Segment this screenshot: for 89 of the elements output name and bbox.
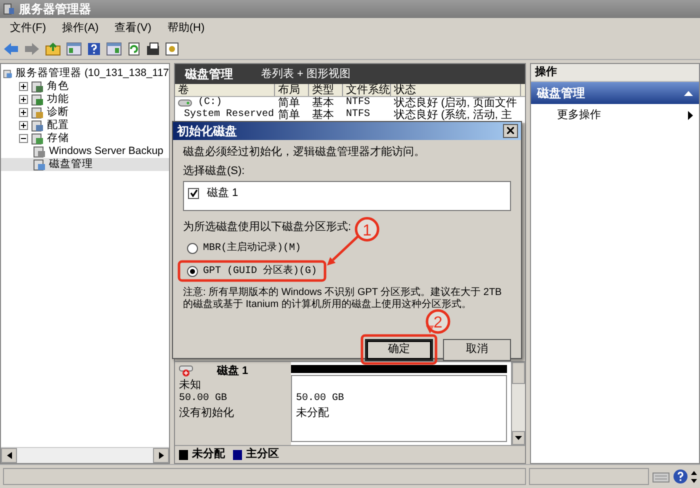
scroll-right-button[interactable]: [153, 448, 169, 463]
help-icon[interactable]: [673, 469, 688, 484]
radio-button[interactable]: [187, 266, 198, 276]
keyboard-icon: [652, 470, 670, 484]
actions-header: 操作: [531, 64, 699, 82]
note-text: 注意: 所有早期版本的 Windows 不识别 GPT 分区形式。建议在大于 2TB 的磁盘或基于 Itanium 的计算机所用的磁盘上使用这种分区形式。: [183, 286, 503, 310]
table-cell: 基本: [312, 109, 334, 121]
left-arrow-icon: [6, 452, 12, 459]
tree-node-icon: [3, 68, 13, 80]
disk-name: 磁盘 1: [217, 364, 248, 378]
panel-title: 磁盘管理: [185, 66, 233, 83]
disk-size: 50.00 GB: [179, 392, 228, 406]
menu-item[interactable]: 查看(V): [106, 20, 160, 36]
table-cell: 基本: [312, 97, 334, 109]
tree-item[interactable]: 配置: [47, 118, 69, 134]
scrollbar-thumb[interactable]: [512, 362, 525, 384]
legend-label: 主分区: [246, 446, 279, 462]
tree-node-icon: [31, 106, 44, 118]
partition-style-label: 为所选磁盘使用以下磁盘分区形式:: [183, 220, 352, 235]
resize-grip-icon: [691, 470, 697, 482]
tree-node-icon: [31, 132, 44, 144]
actions-section-header[interactable]: 磁盘管理: [531, 82, 699, 104]
action-item[interactable]: 更多操作: [531, 104, 699, 126]
panel-icon[interactable]: [66, 42, 82, 56]
table-cell: 简单: [278, 97, 300, 109]
ok-button[interactable]: 确定: [365, 338, 433, 360]
menu-item[interactable]: 帮助(H): [159, 20, 213, 36]
dialog-message: 磁盘必须经过初始化，逻辑磁盘管理器才能访问。: [183, 144, 426, 160]
view-subtitle: 卷列表 + 图形视图: [261, 66, 351, 82]
disk-status: 没有初始化: [179, 406, 235, 420]
column-header[interactable]: 布局: [275, 84, 309, 96]
back-arrow-icon[interactable]: [3, 42, 19, 56]
table-cell: 状态良好 (启动, 页面文件: [394, 97, 517, 109]
disk-option-label: 磁盘 1: [207, 186, 238, 201]
action-label: 更多操作: [557, 108, 601, 123]
tree-item[interactable]: Windows Server Backup: [49, 144, 164, 160]
partition-status: 未分配: [296, 406, 330, 420]
tree-item[interactable]: 服务器管理器 (10_131_138_117: [16, 66, 169, 82]
close-button[interactable]: [503, 124, 518, 138]
window-title: 服务器管理器: [19, 1, 91, 18]
table-cell: 简单: [278, 109, 300, 121]
menu-item[interactable]: 文件(F): [2, 20, 54, 36]
scroll-down-button[interactable]: [512, 431, 525, 445]
section-title: 磁盘管理: [537, 85, 585, 102]
panel-icon[interactable]: [106, 42, 122, 56]
tree-node-icon: [31, 94, 44, 106]
tree-node-icon: [31, 80, 44, 92]
legend-label: 未分配: [192, 446, 225, 462]
radio-label[interactable]: MBR(主启动记录)(M): [203, 240, 302, 256]
pointer-arrow: [426, 326, 434, 334]
tree-item[interactable]: 诊断: [47, 104, 69, 120]
tree-item[interactable]: 功能: [47, 92, 69, 108]
table-cell: System Reserved: [184, 109, 274, 121]
step-number-marker: 2: [426, 309, 450, 334]
help-icon[interactable]: [87, 42, 101, 56]
table-cell: 状态良好 (系统, 活动, 主: [394, 109, 512, 121]
scroll-left-button[interactable]: [1, 448, 17, 463]
table-cell: NTFS: [346, 109, 370, 121]
table-cell: NTFS: [346, 97, 370, 109]
table-cell: (C:): [198, 97, 222, 109]
checkbox[interactable]: [188, 188, 199, 199]
column-header[interactable]: 文件系统: [343, 84, 391, 96]
radio-label[interactable]: GPT (GUID 分区表)(G): [203, 264, 318, 278]
partition-size: 50.00 GB: [296, 392, 346, 406]
collapse-arrow-icon[interactable]: [684, 90, 693, 96]
down-arrow-icon: [515, 436, 522, 440]
select-disk-label: 选择磁盘(S):: [183, 164, 246, 178]
folder-up-icon[interactable]: [45, 42, 61, 56]
check-icon: [190, 189, 198, 198]
dialog-title: 初始化磁盘: [177, 123, 237, 140]
column-header[interactable]: 状态: [391, 84, 521, 96]
refresh-icon[interactable]: [127, 42, 141, 56]
disk-warning-icon: [179, 365, 193, 377]
drive-icon: [178, 99, 192, 107]
server-icon: [3, 3, 15, 15]
pointer-arrow: [327, 235, 359, 266]
column-header[interactable]: 卷: [175, 84, 275, 96]
submenu-arrow-icon: [688, 110, 693, 120]
tree-node-icon: [31, 120, 44, 132]
menu-item[interactable]: 操作(A): [54, 20, 107, 36]
tree-item[interactable]: 存储: [47, 130, 69, 146]
step-number-marker: 1: [354, 217, 380, 242]
column-header[interactable]: 类型: [309, 84, 343, 96]
close-icon: [507, 127, 514, 134]
right-arrow-icon: [158, 452, 164, 459]
radio-button[interactable]: [187, 242, 198, 254]
cancel-button[interactable]: 取消: [443, 338, 511, 360]
disk-type: 未知: [179, 378, 202, 392]
tree-item[interactable]: 角色: [47, 78, 69, 94]
